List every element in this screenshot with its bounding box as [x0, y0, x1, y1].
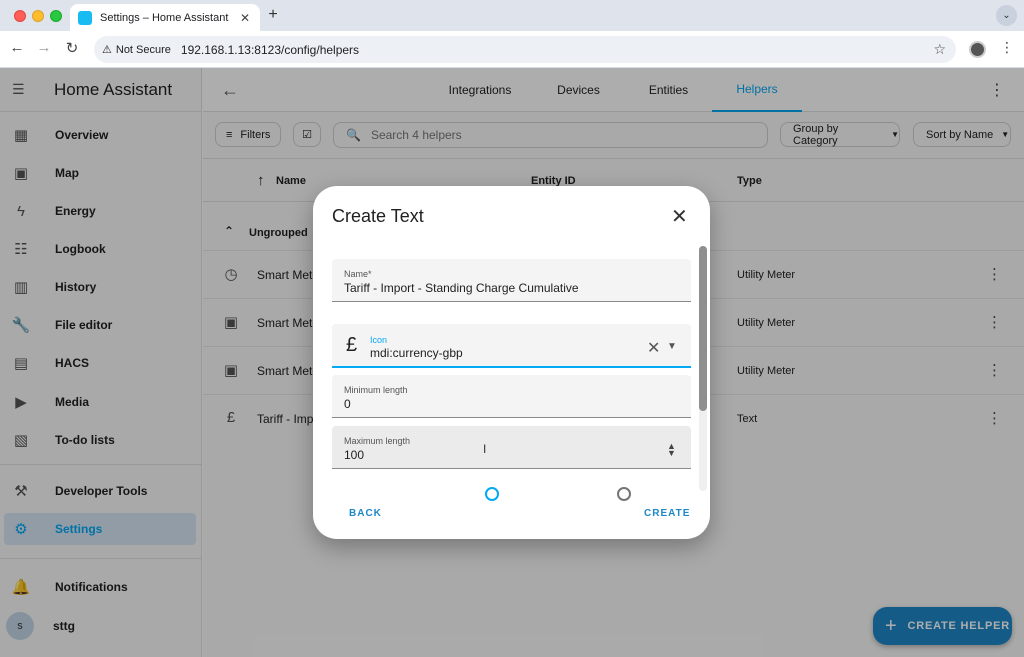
close-icon[interactable]: ✕ [671, 204, 688, 229]
browser-back-icon[interactable]: ← [7, 39, 27, 56]
window-close-button[interactable] [14, 10, 26, 22]
max-length-input[interactable]: 100 [344, 448, 364, 462]
dialog-title: Create Text [332, 206, 424, 226]
min-length-label: Minimum length [344, 385, 408, 395]
name-field-label: Name* [344, 269, 372, 279]
window-maximize-button[interactable] [50, 10, 62, 22]
browser-titlebar: Settings – Home Assistant ✕ + ⌄ [0, 0, 1024, 31]
browser-forward-icon[interactable]: → [34, 39, 54, 56]
icon-field-label: Icon [370, 335, 388, 345]
text-cursor-icon: I [483, 442, 487, 456]
new-tab-button[interactable]: + [264, 6, 282, 24]
tab-close-icon[interactable]: ✕ [238, 11, 252, 25]
create-text-dialog: Create Text ✕ Name* Tariff - Import - St… [313, 186, 710, 539]
browser-menu-icon[interactable]: ⋮ [1000, 39, 1014, 56]
radio-button-selected[interactable] [485, 487, 499, 501]
scrollbar-thumb[interactable] [699, 246, 707, 411]
dialog-content: Name* Tariff - Import - Standing Charge … [313, 246, 710, 491]
tab-title: Settings – Home Assistant [100, 11, 229, 24]
clear-icon[interactable]: ✕ [647, 338, 660, 358]
icon-field[interactable]: £ Icon mdi:currency-gbp ✕ ▼ [332, 324, 691, 368]
tab-search-chevron-icon[interactable]: ⌄ [996, 5, 1017, 26]
radio-button[interactable] [617, 487, 631, 501]
not-secure-label: Not Secure [115, 43, 171, 56]
address-bar[interactable]: ⚠ Not Secure 192.168.1.13:8123/config/he… [94, 36, 956, 63]
back-button[interactable]: BACK [349, 508, 382, 519]
max-length-label: Maximum length [344, 436, 411, 446]
browser-toolbar: ← → ↻ ⚠ Not Secure 192.168.1.13:8123/con… [0, 31, 1024, 68]
minimum-length-field[interactable]: Minimum length 0 [332, 375, 691, 418]
bookmark-star-icon[interactable]: ☆ [933, 41, 946, 58]
number-stepper-icon[interactable]: ▲ ▼ [667, 442, 676, 458]
browser-reload-icon[interactable]: ↻ [62, 39, 82, 57]
min-length-input[interactable]: 0 [344, 397, 351, 411]
name-field[interactable]: Name* Tariff - Import - Standing Charge … [332, 259, 691, 302]
create-button[interactable]: CREATE [644, 508, 690, 519]
browser-tab[interactable]: Settings – Home Assistant ✕ [70, 4, 260, 31]
url-text[interactable]: 192.168.1.13:8123/config/helpers [181, 43, 359, 57]
home-assistant-favicon-icon [78, 10, 92, 25]
name-input[interactable]: Tariff - Import - Standing Charge Cumula… [344, 281, 579, 295]
warning-icon: ⚠ [102, 44, 112, 56]
profile-avatar-icon[interactable] [969, 41, 986, 58]
icon-input[interactable]: mdi:currency-gbp [370, 346, 463, 360]
currency-gbp-icon: £ [346, 334, 358, 356]
window-minimize-button[interactable] [32, 10, 44, 22]
dialog-scrollbar[interactable] [699, 246, 707, 491]
maximum-length-field[interactable]: Maximum length 100 I ▲ ▼ [332, 426, 691, 469]
security-indicator[interactable]: ⚠ Not Secure [102, 43, 171, 57]
dropdown-caret-icon[interactable]: ▼ [667, 341, 677, 352]
